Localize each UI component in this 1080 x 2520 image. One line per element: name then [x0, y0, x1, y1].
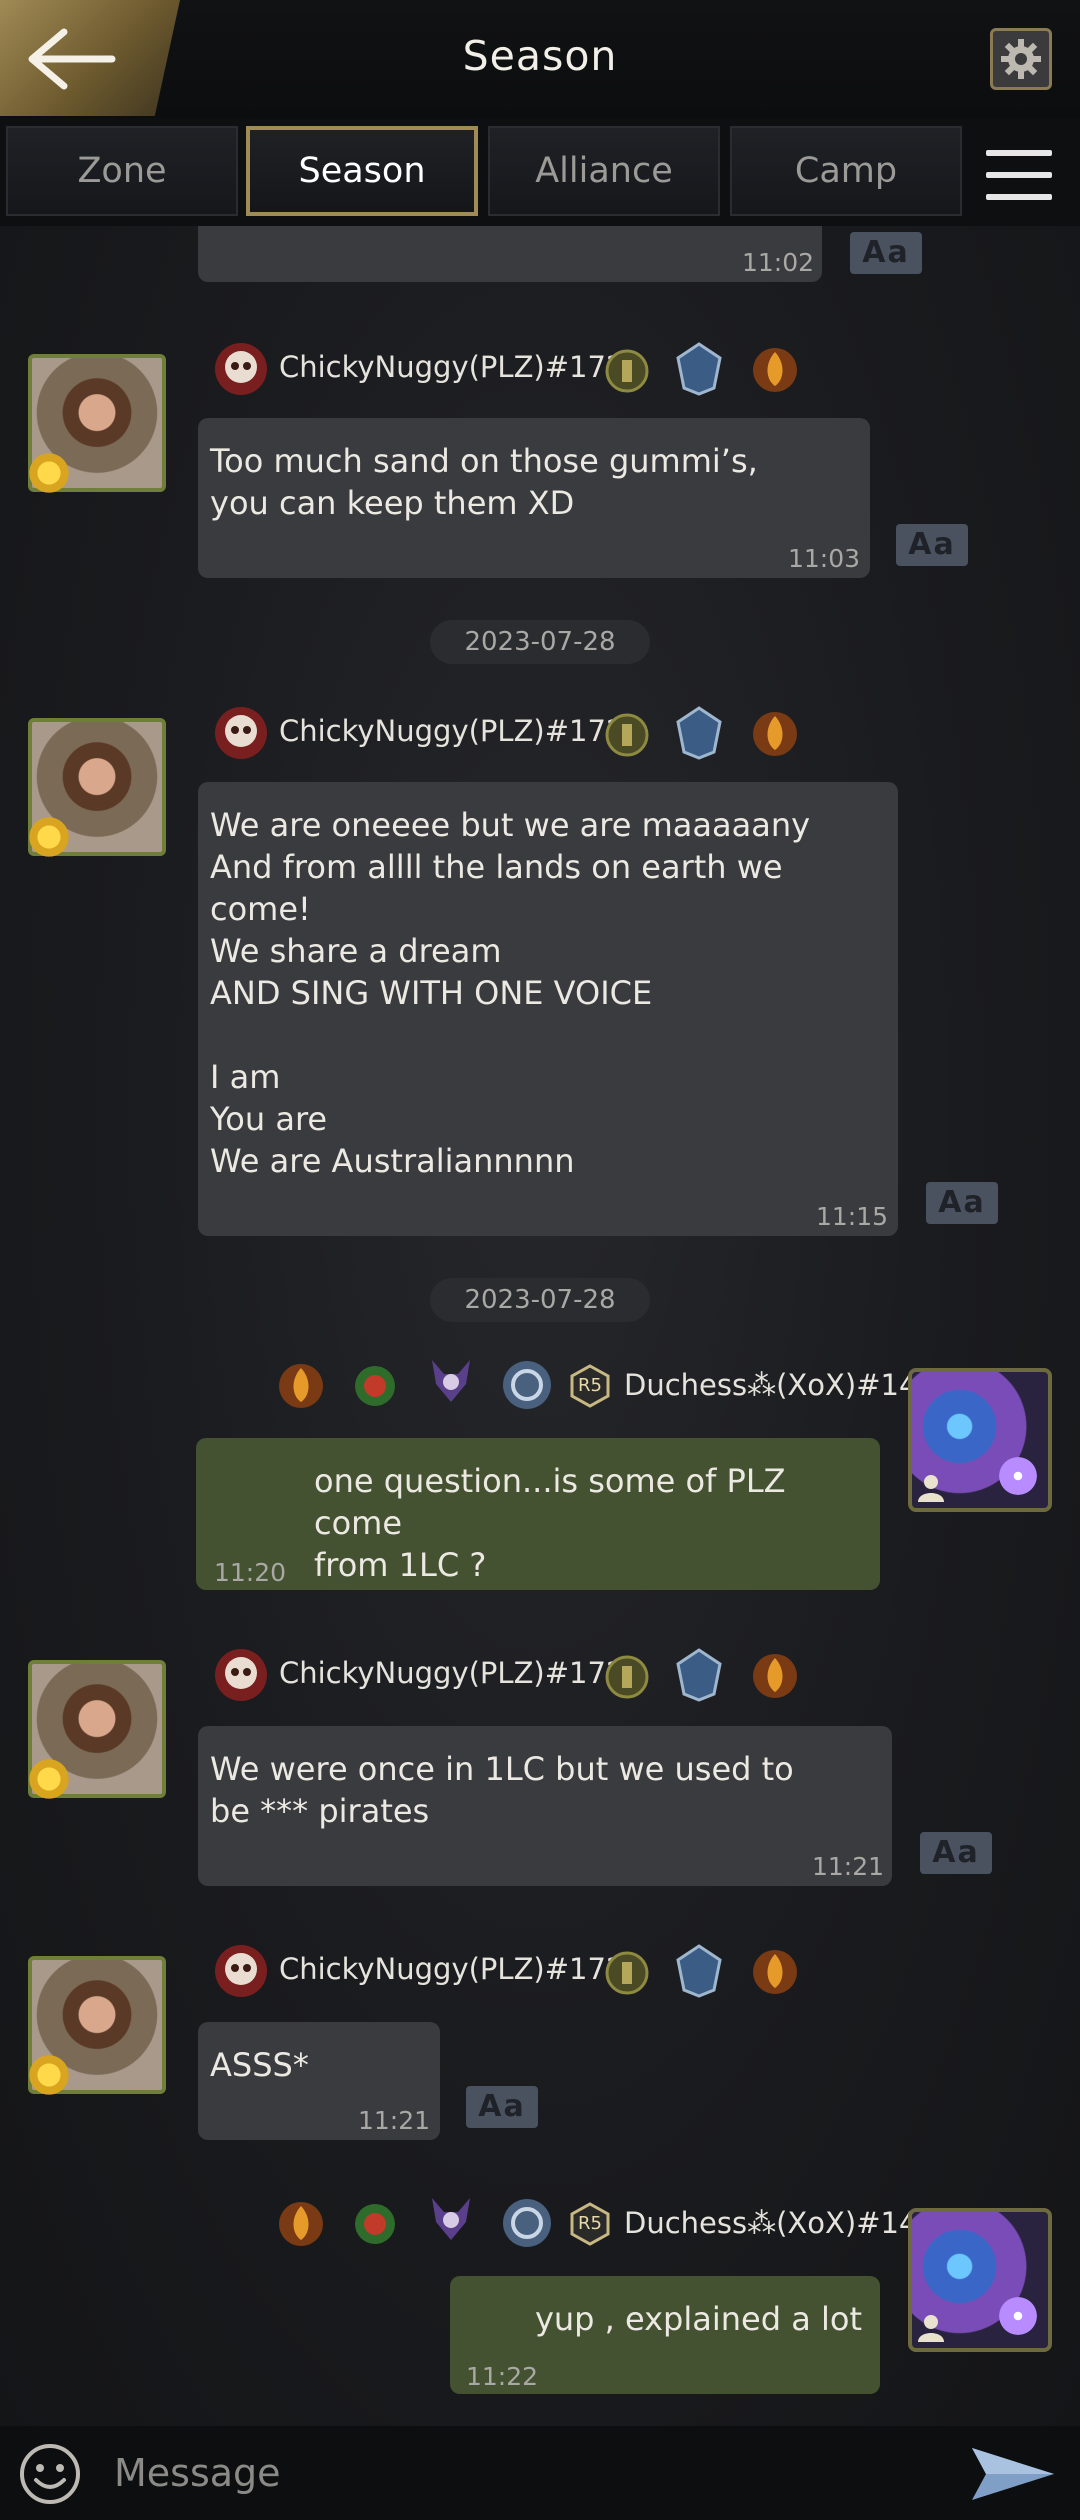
helmet-badge-icon: [605, 1655, 649, 1699]
tab-alliance[interactable]: Alliance: [488, 126, 720, 216]
translate-button[interactable]: Aa: [920, 1832, 992, 1874]
message-bubble: We were once in 1LC but we used to be **…: [198, 1726, 892, 1886]
person-icon: [918, 2315, 944, 2342]
author-name[interactable]: Duchess⁂(XoX)#14: [624, 2206, 917, 2240]
rank-badge: R5: [568, 1364, 612, 1408]
skull-badge-icon: [215, 1945, 267, 1997]
avatar[interactable]: [908, 2208, 1052, 2352]
author-name[interactable]: ChickyNuggy(PLZ)#172: [279, 1656, 624, 1690]
skull-badge-icon: [215, 343, 267, 395]
channel-tabs: Zone Season Alliance Camp: [0, 118, 1080, 226]
rose-icon: [26, 2052, 72, 2098]
flame-badge-icon: [753, 1654, 797, 1698]
message-time: 11:21: [358, 2106, 431, 2135]
translate-button[interactable]: Aa: [850, 232, 922, 274]
message-time: 11:22: [466, 2362, 539, 2391]
tab-season[interactable]: Season: [246, 126, 478, 216]
send-icon[interactable]: [970, 2444, 1056, 2504]
translate-button[interactable]: Aa: [466, 2086, 538, 2128]
settings-button[interactable]: [990, 28, 1052, 90]
helmet-badge-icon: [605, 349, 649, 393]
horned-badge-icon: [432, 1360, 470, 1402]
chat-feed[interactable]: 11:02 Aa ChickyNuggy(PLZ)#172 Too much s…: [0, 226, 1080, 2426]
message-composer: [0, 2426, 1080, 2520]
author-name[interactable]: ChickyNuggy(PLZ)#172: [279, 714, 624, 748]
rank-label: R5: [578, 2213, 602, 2234]
rank-label: R5: [578, 1375, 602, 1396]
helmet-badge-icon: [605, 713, 649, 757]
spiral-badge-icon: [503, 2199, 551, 2247]
helmet-badge-icon: [605, 1951, 649, 1995]
message-input[interactable]: [112, 2440, 936, 2506]
spiral-badge-icon: [503, 1361, 551, 1409]
flame-badge-icon: [753, 712, 797, 756]
author-name[interactable]: ChickyNuggy(PLZ)#172: [279, 350, 624, 384]
message-time: 11:21: [812, 1852, 885, 1881]
flower-icon: [994, 2292, 1042, 2340]
message-bubble: one question...is some of PLZ come from …: [196, 1438, 880, 1590]
flame-badge-icon: [279, 1364, 323, 1408]
tab-camp[interactable]: Camp: [730, 126, 962, 216]
avatar[interactable]: [26, 718, 166, 860]
message-bubble: We are oneeee but we are maaaaany And fr…: [198, 782, 898, 1236]
gear-icon: [1001, 39, 1041, 79]
top-bar: Season: [0, 0, 1080, 120]
tab-zone[interactable]: Zone: [6, 126, 238, 216]
crest-badge-icon: [676, 1648, 722, 1702]
berry-badge-icon: [355, 2204, 395, 2244]
message-time: 11:02: [742, 248, 815, 277]
rose-icon: [26, 814, 72, 860]
crest-badge-icon: [676, 342, 722, 396]
avatar[interactable]: [26, 1956, 166, 2098]
author-name[interactable]: Duchess⁂(XoX)#14: [624, 1368, 917, 1402]
emoji-icon[interactable]: [18, 2442, 82, 2506]
flower-icon: [994, 1452, 1042, 1500]
flame-badge-icon: [279, 2202, 323, 2246]
avatar[interactable]: [26, 1660, 166, 1802]
avatar[interactable]: [908, 1368, 1052, 1512]
flame-badge-icon: [753, 348, 797, 392]
page-title: Season: [462, 32, 618, 80]
rose-icon: [26, 450, 72, 496]
message-time: 11:15: [816, 1202, 889, 1231]
date-separator: 2023-07-28: [430, 620, 650, 664]
message-bubble: Too much sand on those gummi’s, you can …: [198, 418, 870, 578]
rose-icon: [26, 1756, 72, 1802]
translate-button[interactable]: Aa: [896, 524, 968, 566]
crest-badge-icon: [676, 1944, 722, 1998]
rank-badge: R5: [568, 2202, 612, 2246]
flame-badge-icon: [753, 1950, 797, 1994]
crest-badge-icon: [676, 706, 722, 760]
message-time: 11:20: [214, 1558, 287, 1587]
translate-button[interactable]: Aa: [926, 1182, 998, 1224]
skull-badge-icon: [215, 707, 267, 759]
horned-badge-icon: [432, 2198, 470, 2240]
skull-badge-icon: [215, 1649, 267, 1701]
avatar[interactable]: [26, 354, 166, 496]
date-separator: 2023-07-28: [430, 1278, 650, 1322]
person-icon: [918, 1475, 944, 1502]
menu-icon[interactable]: [986, 150, 1052, 200]
message-bubble: [198, 226, 822, 282]
author-name[interactable]: ChickyNuggy(PLZ)#172: [279, 1952, 624, 1986]
message-time: 11:03: [788, 544, 861, 573]
berry-badge-icon: [355, 1366, 395, 1406]
